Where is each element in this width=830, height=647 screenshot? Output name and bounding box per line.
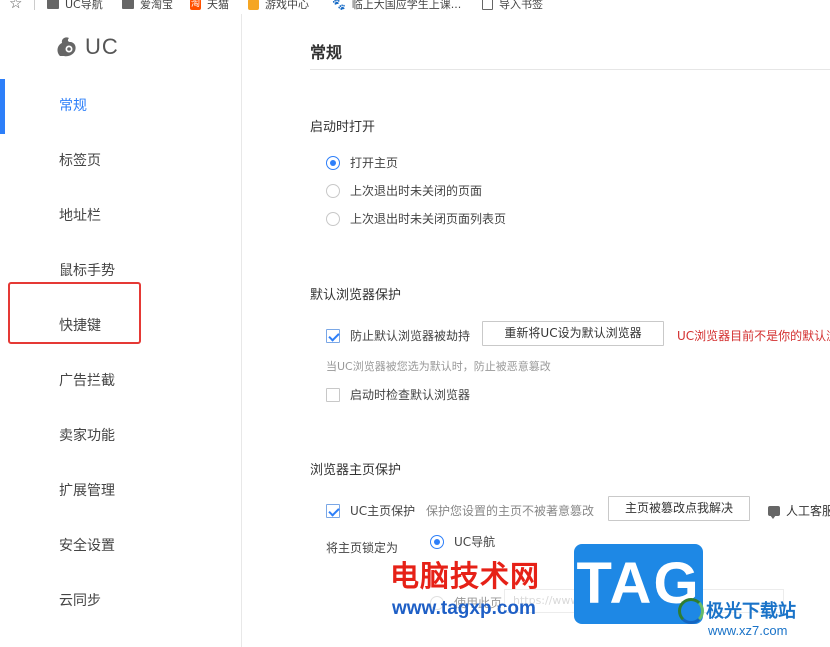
radio-unselected[interactable] [326, 211, 340, 226]
logo-text: UC [85, 34, 119, 59]
startup-option-last-pages[interactable]: 上次退出时未关闭的页面 [326, 182, 482, 199]
uc-homepage-protect-row[interactable]: UC主页保护 [326, 502, 415, 519]
watermark-xz-text: 极光下载站 [706, 601, 796, 622]
default-browser-warning: UC浏览器目前不是你的默认浏览器 [677, 329, 830, 343]
option-label: 上次退出时未关闭的页面 [350, 184, 483, 198]
option-label: 上次退出时未关闭页面列表页 [350, 212, 507, 226]
watermark-cn-text: 电脑技术网 [390, 559, 541, 593]
bookmark-tmall[interactable]: 淘 天猫 [190, 0, 229, 12]
sidebar-item-cloud-sync[interactable]: 云同步 [0, 574, 242, 629]
star-icon: ☆ [9, 0, 23, 12]
sidebar-item-tabs[interactable]: 标签页 [0, 134, 242, 189]
bookmark-star[interactable]: ☆ [9, 0, 23, 12]
game-icon [248, 0, 259, 10]
homepage-section-title: 浏览器主页保护 [310, 463, 402, 478]
import-icon [482, 0, 493, 10]
sidebar-item-security[interactable]: 安全设置 [0, 519, 242, 574]
sidebar-item-extensions[interactable]: 扩展管理 [0, 464, 242, 519]
homepage-fix-button[interactable]: 主页被篡改点我解决 [608, 496, 750, 521]
radio-selected[interactable] [430, 534, 444, 549]
startup-option-home[interactable]: 打开主页 [326, 154, 398, 171]
bookmark-game-center[interactable]: 游戏中心 [248, 0, 309, 12]
sidebar-item-ad-block[interactable]: 广告拦截 [0, 354, 242, 409]
bookmark-label: 临上大国应学生上课... [351, 0, 462, 11]
bookmark-course[interactable]: 🐾 临上大国应学生上课... [332, 0, 461, 12]
checkbox-label: 防止默认浏览器被劫持 [350, 329, 471, 343]
set-default-browser-button[interactable]: 重新将UC设为默认浏览器 [482, 321, 664, 346]
uc-squirrel-icon [57, 37, 76, 57]
paw-icon: 🐾 [332, 0, 346, 11]
checkbox-label: UC主页保护 [350, 504, 416, 518]
checkbox-unchecked[interactable] [326, 387, 340, 402]
startup-section-title: 启动时打开 [310, 120, 376, 135]
watermark-url: www.tagxp.com [392, 598, 536, 619]
startup-option-last-page-list[interactable]: 上次退出时未关闭页面列表页 [326, 210, 506, 227]
sidebar-item-general[interactable]: 常规 [0, 79, 242, 134]
page-title: 常规 [310, 43, 343, 62]
bookmark-label: 导入书签 [499, 0, 543, 11]
option-label: UC导航 [454, 535, 496, 549]
option-label: 打开主页 [350, 156, 399, 170]
hint-text: 保护您设置的主页不被著意篡改 [426, 504, 595, 518]
bookmarks-bar: ☆ UC导航 爱淘宝 淘 天猫 游戏中心 🐾 临上大国应学生上课... 导入书签 [0, 0, 830, 14]
lock-label-text: 将主页锁定为 [326, 541, 399, 555]
default-browser-section-title: 默认浏览器保护 [310, 288, 402, 303]
checkbox-checked[interactable] [326, 328, 340, 343]
uc-logo: UC [54, 34, 119, 60]
customer-service-link[interactable]: 人工客服 [768, 502, 830, 519]
bookmark-label: UC导航 [65, 0, 103, 11]
bookmark-label: 爱淘宝 [140, 0, 173, 11]
bookmark-import[interactable]: 导入书签 [482, 0, 543, 12]
sidebar-item-address-bar[interactable]: 地址栏 [0, 189, 242, 244]
service-label: 人工客服 [786, 504, 830, 518]
homepage-protect-hint: 保护您设置的主页不被著意篡改 [426, 502, 594, 519]
checkbox-label: 启动时检查默认浏览器 [350, 388, 471, 402]
check-on-start-checkbox-row[interactable]: 启动时检查默认浏览器 [326, 386, 470, 403]
folder-icon [122, 0, 134, 9]
checkbox-checked[interactable] [326, 503, 340, 518]
radio-unselected[interactable] [326, 183, 340, 198]
lock-option-uc-nav[interactable]: UC导航 [430, 533, 495, 550]
default-browser-hint: 当UC浏览器被您选为默认时，防止被恶意篡改 [326, 360, 551, 373]
bookmarks-divider [34, 0, 35, 10]
shortcut-highlight-box [8, 282, 141, 344]
prevent-hijack-checkbox-row[interactable]: 防止默认浏览器被劫持 [326, 327, 470, 344]
watermark-xz-url: www.xz7.com [708, 623, 788, 638]
homepage-lock-label: 将主页锁定为 [326, 539, 398, 556]
title-divider [310, 69, 830, 70]
folder-icon [47, 0, 59, 9]
bookmark-label: 天猫 [207, 0, 229, 11]
taobao-icon: 淘 [190, 0, 201, 10]
bookmark-label: 游戏中心 [265, 0, 309, 11]
bookmark-uc-nav[interactable]: UC导航 [47, 0, 103, 12]
radio-selected[interactable] [326, 155, 340, 170]
bookmark-aitaobao[interactable]: 爱淘宝 [122, 0, 173, 12]
sidebar-item-seller-tools[interactable]: 卖家功能 [0, 409, 242, 464]
chat-icon [768, 505, 780, 519]
watermark-leaf-icon [678, 598, 704, 624]
